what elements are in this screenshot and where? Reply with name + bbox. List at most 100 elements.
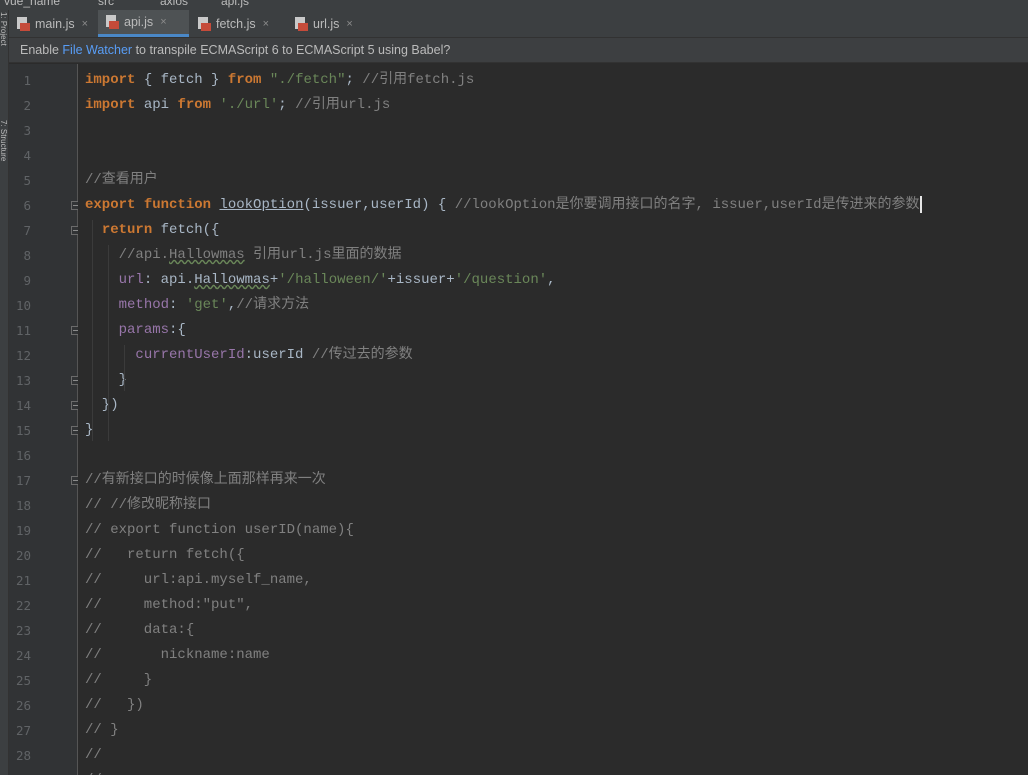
tab-fetch-js[interactable]: fetch.js × (190, 10, 286, 37)
js-file-icon (17, 16, 30, 31)
line-number: 21 (15, 573, 31, 588)
code-token: +issuer+ (387, 272, 455, 288)
code-line[interactable]: export function lookOption(issuer,userId… (85, 193, 922, 218)
indent-guide (108, 245, 109, 441)
tab-main-js[interactable]: main.js × (9, 10, 97, 37)
breadcrumb-folder[interactable]: axios (160, 0, 188, 8)
tab-api-js[interactable]: api.js × (98, 10, 189, 37)
code-line[interactable]: import api from './url'; //引用url.js (85, 93, 390, 118)
code-line[interactable]: return fetch({ (85, 218, 220, 243)
indent-guide (92, 220, 93, 441)
line-number: 8 (23, 248, 31, 263)
code-line[interactable]: url: api.Hallowmas+'/halloween/'+issuer+… (85, 268, 556, 293)
breadcrumb-project[interactable]: vue_name (4, 0, 60, 8)
code-token: //查看用户 (85, 172, 158, 188)
code-line[interactable]: //查看用户 (85, 168, 158, 193)
file-watcher-link[interactable]: File Watcher (62, 43, 132, 57)
code-token: from (227, 72, 262, 88)
js-file-icon (295, 16, 308, 31)
line-number: 28 (15, 748, 31, 763)
code-token: // } (85, 672, 153, 688)
code-token: //请求方法 (236, 297, 310, 313)
structure-tool-button[interactable]: 7: Structure (0, 120, 8, 200)
code-line[interactable]: //api.Hallowmas 引用url.js里面的数据 (85, 243, 402, 268)
line-number: 18 (15, 498, 31, 513)
line-number: 11 (15, 323, 31, 338)
code-token: // nickname:name (85, 647, 270, 663)
close-icon[interactable]: × (346, 18, 352, 30)
line-number: 17 (15, 473, 31, 488)
code-token: import (85, 72, 136, 88)
line-number: 16 (15, 448, 31, 463)
code-line[interactable]: // } (85, 718, 119, 743)
code-token: //api. (118, 247, 170, 263)
code-token: ; (278, 97, 296, 113)
code-line[interactable]: // }) (85, 693, 144, 718)
code-line[interactable]: currentUserId:userId //传过去的参数 (85, 343, 413, 368)
breadcrumb-file[interactable]: api.js (221, 0, 249, 8)
code-line[interactable]: // nickname:name (85, 643, 270, 668)
code-token: :{ (169, 322, 186, 338)
code-line[interactable]: import { fetch } from "./fetch"; //引用fet… (85, 68, 474, 93)
close-icon[interactable]: × (160, 16, 166, 28)
line-number: 19 (15, 523, 31, 538)
line-number: 15 (15, 423, 31, 438)
code-token: params (118, 322, 170, 338)
line-number: 6 (23, 198, 31, 213)
tab-url-js[interactable]: url.js × (287, 10, 369, 37)
code-line[interactable]: // url:api.myself_name, (85, 568, 312, 593)
line-number: 22 (15, 598, 31, 613)
code-line[interactable]: // (85, 768, 102, 775)
code-line[interactable]: // export function userID(name){ (85, 518, 354, 543)
editor-tab-bar: main.js × api.js × fetch.js × url.js × (9, 10, 1028, 38)
code-line[interactable]: // } (85, 668, 152, 693)
close-icon[interactable]: × (82, 18, 88, 30)
code-line[interactable]: //有新接口的时候像上面那样再来一次 (85, 468, 326, 493)
code-editor[interactable]: import { fetch } from "./fetch"; //引用fet… (78, 64, 1028, 775)
tool-window-strip: 1: Project 7: Structure (0, 10, 9, 775)
breadcrumb-src[interactable]: src (98, 0, 114, 8)
code-line[interactable]: }) (85, 393, 119, 418)
tab-label: main.js (35, 16, 75, 31)
line-number: 4 (23, 148, 31, 163)
code-token: '/halloween/' (278, 272, 388, 288)
line-number-gutter: 1 2 3 4 5 6 7 8 9 10 11 12 13 14 15 16 17 18 19 20 21 22 23 24 2… (9, 64, 80, 775)
code-token: : (169, 297, 186, 313)
tab-label: fetch.js (216, 16, 256, 31)
banner-suffix: to transpile ECMAScript 6 to ECMAScript … (132, 43, 451, 57)
code-line[interactable]: params:{ (85, 318, 186, 343)
line-number: 20 (15, 548, 31, 563)
code-token: return (101, 222, 153, 238)
project-tool-button[interactable]: 1: Project (0, 12, 8, 96)
line-number: 9 (23, 273, 31, 288)
code-token: { fetch } (135, 72, 228, 88)
line-number: 10 (15, 298, 31, 313)
code-line[interactable]: // (85, 743, 102, 768)
line-number: 3 (23, 123, 31, 138)
code-token: export (85, 197, 136, 213)
js-file-icon (198, 16, 211, 31)
code-line[interactable]: // method:"put", (85, 593, 253, 618)
line-number: 2 (23, 98, 31, 113)
code-line[interactable]: // return fetch({ (85, 543, 245, 568)
code-token: : api. (143, 272, 195, 288)
code-token: //传过去的参数 (311, 347, 413, 363)
indent-guide (124, 345, 125, 391)
code-token: // }) (85, 697, 144, 713)
code-line[interactable]: method: 'get',//请求方法 (85, 293, 309, 318)
code-line[interactable]: // //修改昵称接口 (85, 493, 211, 518)
line-number: 24 (15, 648, 31, 663)
tab-label: api.js (124, 15, 154, 29)
close-icon[interactable]: × (263, 18, 269, 30)
code-line[interactable]: // data:{ (85, 618, 194, 643)
line-number: 23 (15, 623, 31, 638)
code-token: // url:api.myself_name, (85, 572, 312, 588)
line-number: 14 (15, 398, 31, 413)
code-token: }) (85, 397, 119, 413)
